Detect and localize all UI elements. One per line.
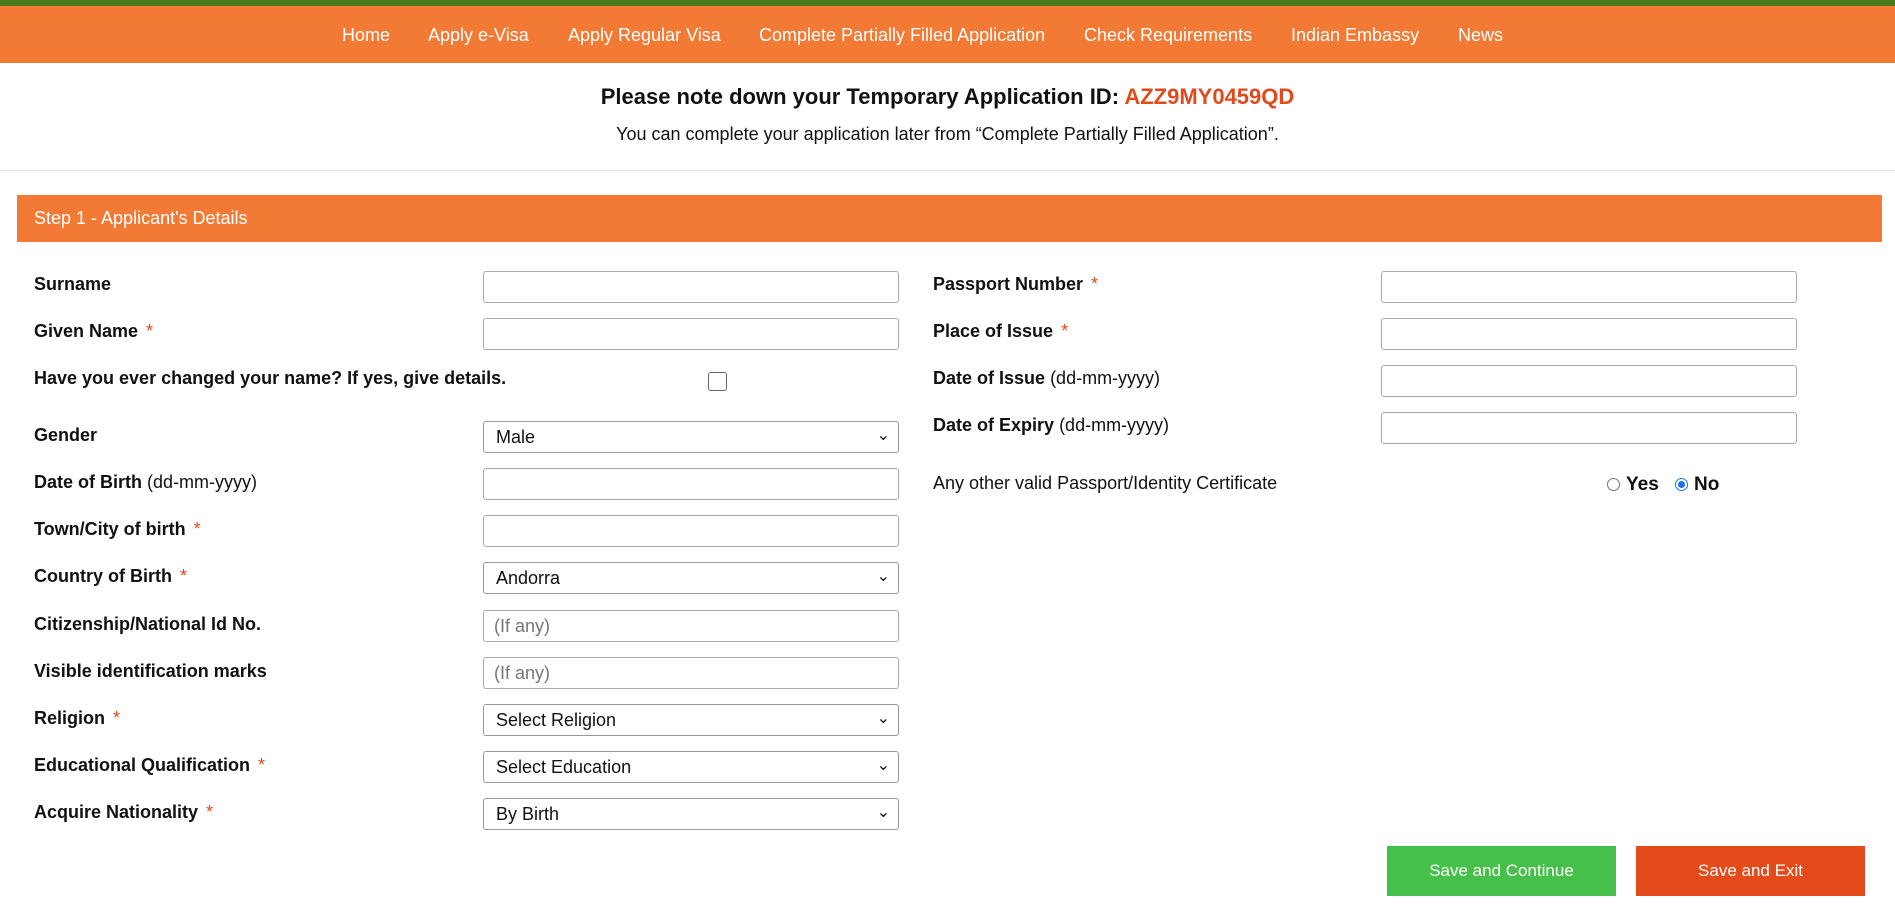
chevron-down-icon: ⌄ [876, 757, 890, 774]
place-of-issue-input[interactable] [1381, 318, 1797, 350]
nav-apply-regular-visa[interactable]: Apply Regular Visa [568, 25, 721, 46]
name-changed-label: Have you ever changed your name? If yes,… [34, 368, 507, 388]
date-of-expiry-input[interactable] [1381, 412, 1797, 444]
yes-label: Yes [1626, 474, 1659, 495]
chevron-down-icon: ⌄ [876, 710, 890, 727]
citizenship-label: Citizenship/National Id No. [34, 614, 262, 634]
other-passport-label: Any other valid Passport/Identity Certif… [933, 473, 1278, 493]
education-select[interactable]: Select Education ⌄ [483, 751, 899, 783]
nav-home[interactable]: Home [342, 25, 390, 46]
top-nav: Home Apply e-Visa Apply Regular Visa Com… [0, 6, 1895, 63]
gender-label: Gender [34, 425, 98, 445]
religion-select[interactable]: Select Religion ⌄ [483, 704, 899, 736]
notice-title: Please note down your Temporary Applicat… [0, 84, 1895, 110]
save-and-exit-button[interactable]: Save and Exit [1636, 846, 1865, 896]
religion-label: Religion * [34, 708, 121, 728]
divider [0, 170, 1895, 171]
chevron-down-icon: ⌄ [876, 427, 890, 444]
chevron-down-icon: ⌄ [876, 804, 890, 821]
no-label: No [1694, 474, 1720, 495]
country-label: Country of Birth * [34, 566, 187, 586]
date-of-issue-input[interactable] [1381, 365, 1797, 397]
given-name-label: Given Name * [34, 321, 154, 341]
date-of-expiry-label: Date of Expiry (dd-mm-yyyy) [933, 415, 1170, 435]
name-changed-checkbox[interactable] [708, 372, 727, 391]
education-label: Educational Qualification * [34, 755, 266, 775]
town-label: Town/City of birth * [34, 519, 201, 539]
notice-subtitle: You can complete your application later … [616, 124, 1279, 144]
passport-number-label: Passport Number * [933, 274, 1099, 294]
nav-apply-evisa[interactable]: Apply e-Visa [428, 25, 529, 46]
given-name-input[interactable] [483, 318, 899, 350]
notice-text: Please note down your Temporary Applicat… [600, 84, 1125, 109]
save-and-continue-button[interactable]: Save and Continue [1387, 846, 1616, 896]
passport-number-input[interactable] [1381, 271, 1797, 303]
date-of-issue-label: Date of Issue (dd-mm-yyyy) [933, 368, 1161, 388]
gender-select[interactable]: Male ⌄ [483, 421, 899, 453]
nationality-select[interactable]: By Birth ⌄ [483, 798, 899, 830]
marks-input[interactable] [483, 657, 899, 689]
dob-input[interactable] [483, 468, 899, 500]
country-select[interactable]: Andorra ⌄ [483, 562, 899, 594]
town-input[interactable] [483, 515, 899, 547]
step-header: Step 1 - Applicant's Details [17, 195, 1882, 242]
marks-label: Visible identification marks [34, 661, 267, 681]
surname-label: Surname [34, 274, 112, 294]
chevron-down-icon: ⌄ [876, 568, 890, 585]
other-passport-yes-radio[interactable] [1607, 478, 1620, 491]
application-id: AZZ9MY0459QD [1124, 84, 1295, 109]
citizenship-input[interactable] [483, 610, 899, 642]
other-passport-no-radio[interactable] [1675, 478, 1688, 491]
nationality-label: Acquire Nationality * [34, 802, 214, 822]
dob-label: Date of Birth (dd-mm-yyyy) [34, 472, 258, 492]
nav-check-requirements[interactable]: Check Requirements [1084, 25, 1252, 46]
nav-news[interactable]: News [1458, 25, 1503, 46]
nav-indian-embassy[interactable]: Indian Embassy [1291, 25, 1419, 46]
surname-input[interactable] [483, 271, 899, 303]
place-of-issue-label: Place of Issue * [933, 321, 1069, 341]
nav-complete-partial[interactable]: Complete Partially Filled Application [759, 25, 1045, 46]
